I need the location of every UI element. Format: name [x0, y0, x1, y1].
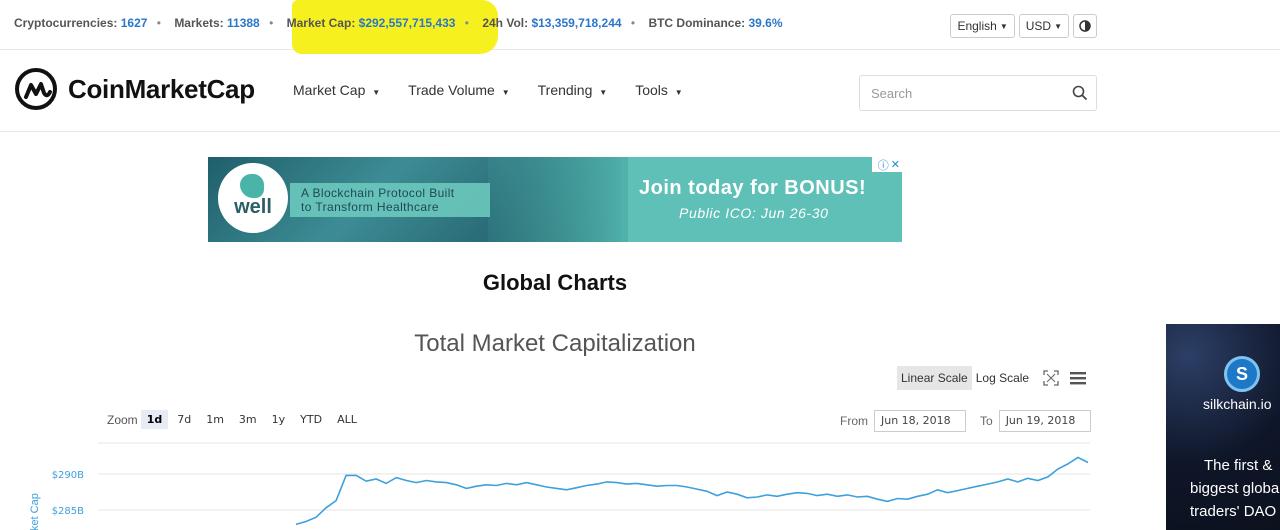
- side-ad-text: The first & biggest global traders' DAO: [1190, 454, 1280, 523]
- banner-tagline-line: A Blockchain Protocol Built: [301, 186, 455, 200]
- search-input[interactable]: [860, 76, 1050, 110]
- stat-label: Cryptocurrencies:: [14, 16, 118, 30]
- chart-y-ticks: $290B $285B: [52, 470, 84, 517]
- currency-label: USD: [1025, 19, 1052, 33]
- nav-menu: Market Cap ▼ Trade Volume ▼ Trending ▼ T…: [293, 82, 683, 98]
- nav-item-label: Market Cap: [293, 82, 366, 98]
- language-label: English: [957, 19, 997, 33]
- separator: •: [156, 16, 161, 30]
- stat-24h-volume: 24h Vol: $13,359,718,244: [479, 16, 625, 30]
- nav-item-label: Tools: [635, 82, 668, 98]
- side-ad-brand: silkchain.io: [1203, 396, 1272, 412]
- side-ad-line: traders' DAO: [1190, 503, 1277, 520]
- separator: •: [630, 16, 636, 30]
- top-stats-bar: Cryptocurrencies: 1627 • Markets: 11388 …: [0, 0, 1280, 54]
- banner-ad-gradient: [488, 157, 628, 242]
- chevron-down-icon: ▼: [674, 88, 683, 97]
- y-tick-label: $290B: [52, 470, 84, 481]
- date-range: From Jun 18, 2018 To Jun 19, 2018: [840, 410, 1091, 432]
- btc-dominance-link[interactable]: 39.6%: [748, 16, 782, 30]
- zoom-3m-button[interactable]: 3m: [233, 410, 263, 429]
- nav-item-trending[interactable]: Trending ▼: [538, 82, 608, 98]
- close-icon[interactable]: ✕: [891, 158, 900, 171]
- chevron-down-icon: ▼: [999, 21, 1008, 31]
- silkchain-coin-icon: S: [1224, 356, 1260, 392]
- banner-ad[interactable]: well A Blockchain Protocol Built to Tran…: [208, 157, 902, 242]
- hamburger-menu-icon[interactable]: [1069, 370, 1087, 386]
- to-date-input[interactable]: Jun 19, 2018: [998, 410, 1091, 432]
- separator: •: [269, 16, 274, 30]
- brand-name: CoinMarketCap: [68, 73, 255, 104]
- nav-item-market-cap[interactable]: Market Cap ▼: [293, 82, 380, 98]
- nav-item-label: Trade Volume: [408, 82, 495, 98]
- zoom-ytd-button[interactable]: YTD: [294, 410, 328, 429]
- stat-label: 24h Vol:: [482, 16, 529, 30]
- stat-label: Markets:: [174, 16, 224, 30]
- markets-link[interactable]: 11388: [227, 16, 260, 30]
- nav-item-trade-volume[interactable]: Trade Volume ▼: [408, 82, 509, 98]
- stat-label: BTC Dominance:: [648, 16, 746, 30]
- scale-controls: Linear Scale Log Scale: [897, 366, 1087, 390]
- zoom-1d-button[interactable]: 1d: [140, 410, 169, 429]
- zoom-all-button[interactable]: ALL: [331, 410, 363, 429]
- volume-link[interactable]: $13,359,718,244: [531, 16, 621, 30]
- chevron-down-icon: ▼: [501, 88, 510, 97]
- chevron-down-icon: ▼: [599, 88, 608, 97]
- stat-cryptocurrencies: Cryptocurrencies: 1627: [14, 16, 151, 30]
- stat-btc-dominance: BTC Dominance: 39.6%: [645, 16, 782, 30]
- market-cap-chart: Market Cap $290B $285B: [29, 442, 1090, 530]
- zoom-controls: Zoom 1d 7d 1m 3m 1y YTD ALL: [107, 410, 363, 429]
- log-scale-button[interactable]: Log Scale: [972, 366, 1033, 390]
- top-right-controls: English ▼ USD ▼: [950, 14, 1097, 38]
- zoom-7d-button[interactable]: 7d: [171, 410, 197, 429]
- side-ad-line: biggest global: [1190, 480, 1280, 497]
- cryptocurrencies-link[interactable]: 1627: [121, 16, 148, 30]
- well-logo-text: well: [234, 196, 272, 218]
- stat-market-cap: Market Cap: $292,557,715,433: [283, 16, 458, 30]
- chevron-down-icon: ▼: [372, 88, 381, 97]
- ad-choices: ⓘ ✕: [872, 157, 902, 172]
- brand-logo[interactable]: CoinMarketCap: [14, 67, 255, 111]
- nav-item-tools[interactable]: Tools ▼: [635, 82, 683, 98]
- banner-tagline-line: to Transform Healthcare: [301, 200, 439, 214]
- coinmarketcap-logo-icon: [15, 68, 57, 110]
- well-logo: well: [218, 163, 288, 233]
- language-dropdown[interactable]: English ▼: [950, 14, 1015, 38]
- contrast-icon: [1079, 20, 1091, 32]
- nav-item-label: Trending: [537, 82, 593, 98]
- zoom-1y-button[interactable]: 1y: [266, 410, 292, 429]
- chevron-down-icon: ▼: [1054, 21, 1062, 31]
- from-date-input[interactable]: Jun 18, 2018: [874, 410, 966, 432]
- global-stats: Cryptocurrencies: 1627 • Markets: 11388 …: [14, 16, 783, 30]
- banner-headline: Join today for BONUS!: [639, 177, 867, 199]
- banner-tagline: A Blockchain Protocol Built to Transform…: [290, 183, 490, 217]
- page-title: Global Charts: [482, 270, 628, 295]
- ad-info-icon[interactable]: ⓘ: [878, 157, 889, 173]
- zoom-1m-button[interactable]: 1m: [200, 410, 230, 429]
- separator: •: [464, 16, 469, 30]
- chart-grid: [98, 473, 1090, 511]
- banner-subline: Public ICO: Jun 26-30: [679, 205, 829, 221]
- zoom-label: Zoom: [107, 412, 138, 427]
- chart-title: Total Market Capitalization: [414, 330, 696, 357]
- to-label: To: [980, 414, 993, 428]
- stat-markets: Markets: 11388: [171, 16, 263, 30]
- main-navbar: CoinMarketCap Market Cap ▼ Trade Volume …: [0, 51, 1280, 132]
- stat-label: Market Cap:: [286, 16, 356, 30]
- linear-scale-button[interactable]: Linear Scale: [897, 366, 972, 390]
- search-box: [859, 75, 1097, 111]
- y-axis-label: Market Cap: [29, 493, 41, 530]
- search-icon[interactable]: [1072, 85, 1088, 101]
- from-label: From: [840, 414, 868, 428]
- y-tick-label: $285B: [52, 506, 84, 517]
- market-cap-series-line: [295, 456, 1089, 526]
- bird-icon: [240, 174, 264, 198]
- currency-dropdown[interactable]: USD ▼: [1018, 14, 1069, 38]
- fullscreen-icon[interactable]: [1043, 370, 1059, 386]
- side-ad-line: The first &: [1204, 457, 1273, 474]
- side-ad[interactable]: S silkchain.io The first & biggest globa…: [1166, 324, 1280, 530]
- market-cap-link[interactable]: $292,557,715,433: [359, 16, 456, 30]
- theme-toggle-button[interactable]: [1073, 14, 1097, 38]
